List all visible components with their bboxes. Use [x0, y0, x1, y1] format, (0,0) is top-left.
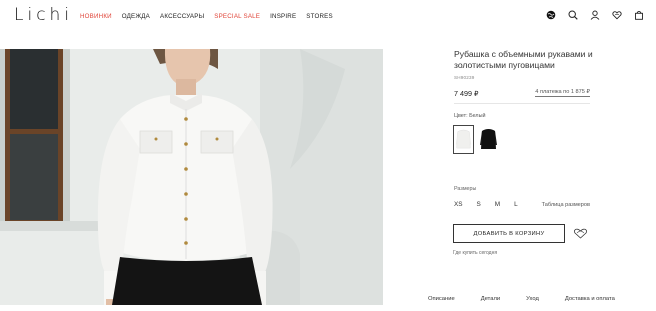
size-options: XS S M L — [454, 201, 518, 208]
product-price: 7 499 ₽ — [454, 89, 479, 98]
color-swatch-white[interactable] — [453, 125, 474, 154]
size-label: Размеры — [454, 186, 477, 192]
size-option-m[interactable]: M — [495, 201, 500, 208]
size-option-l[interactable]: L — [514, 201, 518, 208]
tab-care[interactable]: Уход — [526, 296, 539, 302]
nav-item-accessories[interactable]: АКСЕССУАРЫ — [160, 13, 204, 20]
wishlist-heart-icon[interactable] — [573, 228, 588, 239]
bag-icon[interactable] — [634, 10, 644, 20]
nav-item-stores[interactable]: STORES — [306, 13, 333, 20]
product-tabs: Описание Детали Уход Доставка и оплата — [428, 296, 641, 302]
size-option-xs[interactable]: XS — [454, 201, 463, 208]
user-icon[interactable] — [590, 10, 600, 20]
heart-icon[interactable] — [612, 10, 622, 20]
tab-delivery[interactable]: Доставка и оплата — [565, 296, 615, 302]
add-to-cart-button[interactable]: ДОБАВИТЬ В КОРЗИНУ — [453, 224, 565, 243]
nav-item-inspire[interactable]: INSPIRE — [270, 13, 296, 20]
product-sku: SH90239 — [454, 75, 475, 80]
product-title: Рубашка с объемными рукавами и золотисты… — [454, 49, 593, 70]
tab-details[interactable]: Детали — [481, 296, 500, 302]
nav-item-special-sale[interactable]: SPECIAL SALE — [214, 13, 260, 20]
tab-description[interactable]: Описание — [428, 296, 455, 302]
divider — [454, 103, 590, 104]
size-chart-link[interactable]: Таблица размеров — [542, 202, 590, 208]
installments-link[interactable]: 4 платежа по 1 875 ₽ — [535, 89, 590, 97]
globe-icon[interactable] — [546, 10, 556, 20]
where-to-buy-link[interactable]: Где купить сегодня — [453, 250, 497, 256]
size-option-s[interactable]: S — [477, 201, 481, 208]
site-logo[interactable]: Lichi — [14, 5, 73, 25]
nav-item-clothing[interactable]: ОДЕЖДА — [122, 13, 150, 20]
color-label: Цвет: Белый — [454, 113, 486, 119]
nav-item-new[interactable]: НОВИНКИ — [80, 13, 112, 20]
product-photo[interactable] — [0, 49, 383, 305]
search-icon[interactable] — [568, 10, 578, 20]
main-nav: НОВИНКИ ОДЕЖДА АКСЕССУАРЫ SPECIAL SALE I… — [80, 13, 333, 20]
product-photo-illustration — [0, 49, 383, 305]
header-icons — [546, 10, 644, 20]
color-swatch-black[interactable] — [478, 125, 499, 154]
site-header: Lichi НОВИНКИ ОДЕЖДА АКСЕССУАРЫ SPECIAL … — [0, 0, 656, 34]
